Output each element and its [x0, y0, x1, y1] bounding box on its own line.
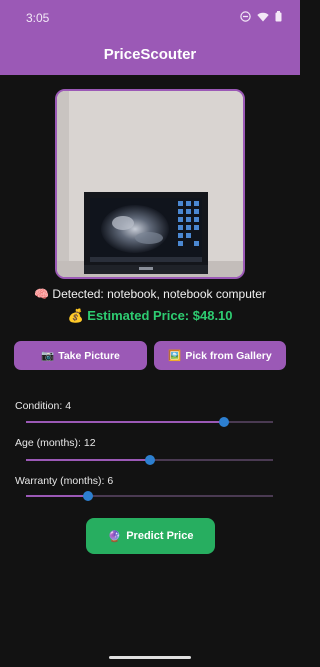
laptop-photo [57, 91, 243, 277]
slider-fill [26, 495, 88, 497]
gesture-home-bar[interactable] [109, 656, 191, 659]
age-label: Age (months): 12 [15, 437, 96, 449]
app-bar: 3:05 PriceScouter [0, 0, 300, 75]
predict-price-button[interactable]: 🔮 Predict Price [86, 518, 215, 554]
pick-from-gallery-label: Pick from Gallery [185, 349, 272, 362]
status-icons [240, 11, 282, 25]
gallery-icon: 🖼️ [168, 350, 182, 362]
slider-thumb[interactable] [218, 417, 229, 427]
app-title: PriceScouter [103, 46, 197, 63]
take-picture-label: Take Picture [58, 349, 120, 362]
slider-fill [26, 459, 150, 461]
do-not-disturb-icon [240, 11, 251, 25]
condition-label: Condition: 4 [15, 400, 72, 412]
predict-price-label: Predict Price [126, 530, 194, 542]
status-bar: 3:05 [0, 0, 300, 34]
camera-icon: 📷 [41, 350, 55, 362]
estimated-price: 💰 Estimated Price: $48.10 [67, 308, 233, 323]
age-slider[interactable] [26, 454, 273, 466]
photo-preview [55, 89, 245, 279]
crystal-ball-icon: 🔮 [107, 530, 122, 543]
slider-fill [26, 421, 224, 423]
pick-from-gallery-button[interactable]: 🖼️ Pick from Gallery [154, 341, 286, 370]
status-time: 3:05 [26, 11, 50, 25]
slider-thumb[interactable] [82, 491, 93, 501]
take-picture-button[interactable]: 📷 Take Picture [14, 341, 147, 370]
battery-icon [275, 11, 282, 25]
condition-slider[interactable] [26, 416, 273, 428]
warranty-slider[interactable] [26, 490, 273, 502]
detected-label: 🧠 Detected: notebook, notebook computer [34, 287, 266, 301]
slider-thumb[interactable] [144, 455, 155, 465]
warranty-label: Warranty (months): 6 [15, 475, 114, 487]
wifi-icon [257, 12, 269, 25]
